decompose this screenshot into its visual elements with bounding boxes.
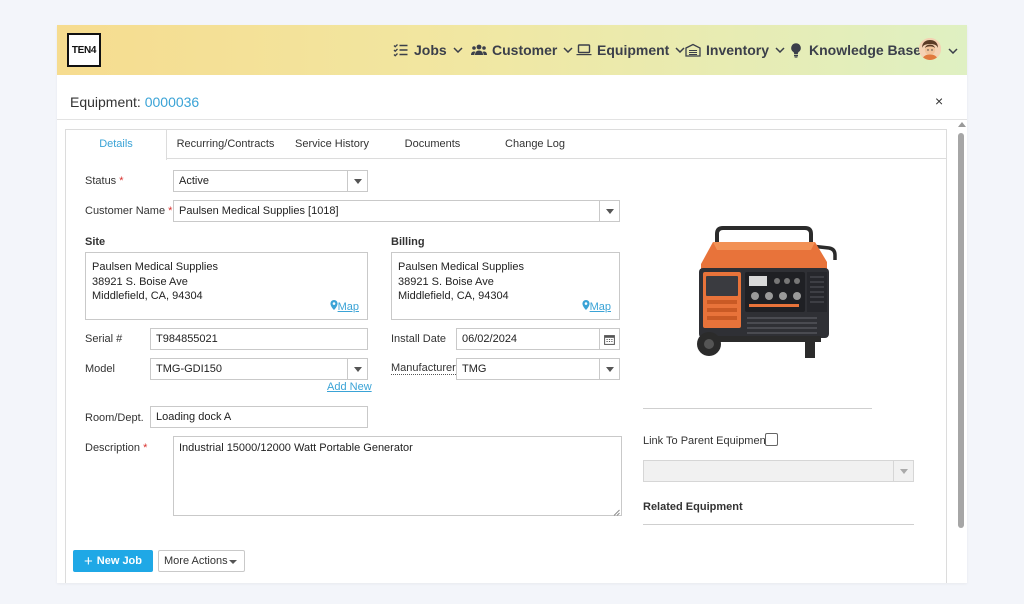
new-job-button[interactable]: + New Job <box>73 550 153 572</box>
parent-equipment-select[interactable] <box>643 460 914 482</box>
page-title: Equipment: 0000036 <box>70 94 199 110</box>
description-label: Description * <box>85 442 148 454</box>
model-select[interactable]: TMG-GDI150 <box>150 358 368 380</box>
equipment-id: 0000036 <box>144 94 200 110</box>
serial-input[interactable]: T984855021 <box>150 328 368 350</box>
billing-line: Paulsen Medical Supplies <box>398 261 524 273</box>
dropdown-arrow-icon <box>599 359 619 379</box>
tab-change-log[interactable]: Change Log <box>485 130 585 159</box>
site-line: Middlefield, CA, 94304 <box>92 290 203 302</box>
equipment-image <box>687 222 847 362</box>
logo-text: TEN4 <box>71 44 97 56</box>
nav-item-jobs[interactable]: Jobs <box>393 40 463 60</box>
model-label: Model <box>85 363 115 375</box>
close-button[interactable]: × <box>935 93 943 109</box>
related-equipment-heading: Related Equipment <box>643 501 743 513</box>
nav-label: Knowledge Base <box>809 42 922 58</box>
nav-label: Jobs <box>414 42 447 58</box>
map-pin-icon <box>581 299 590 315</box>
image-divider <box>643 408 872 409</box>
link-parent-checkbox[interactable] <box>765 433 778 446</box>
warehouse-icon <box>685 42 701 58</box>
calendar-icon[interactable] <box>599 329 619 349</box>
site-line: Paulsen Medical Supplies <box>92 261 218 273</box>
chevron-down-icon <box>563 45 573 55</box>
laptop-icon <box>576 42 592 58</box>
generator-illustration <box>697 226 837 358</box>
nav-label: Customer <box>492 42 558 58</box>
users-icon <box>471 42 487 58</box>
lightbulb-icon <box>788 42 804 58</box>
nav-item-knowledge-base[interactable]: Knowledge Base <box>788 40 921 60</box>
install-date-label: Install Date <box>391 333 447 345</box>
top-navigation-bar: TEN4 Jobs Customer Equipment Inventory K… <box>57 25 967 75</box>
site-map-link[interactable]: Map <box>329 299 359 315</box>
checklist-icon <box>393 42 409 58</box>
scrollbar-thumb[interactable] <box>958 133 964 528</box>
billing-line: 38921 S. Boise Ave <box>398 275 494 288</box>
chevron-down-icon <box>675 45 685 55</box>
chevron-down-icon <box>453 45 463 55</box>
nav-label: Equipment <box>597 42 670 58</box>
dropdown-arrow-icon <box>599 201 619 221</box>
link-parent-label: Link To Parent Equipment <box>643 435 769 447</box>
billing-address-box: Paulsen Medical Supplies 38921 S. Boise … <box>391 252 620 320</box>
caret-down-icon <box>229 560 237 564</box>
more-actions-button[interactable]: More Actions <box>158 550 245 572</box>
nav-item-equipment[interactable]: Equipment <box>576 40 685 60</box>
dropdown-arrow-icon <box>347 171 367 191</box>
tab-details[interactable]: Details <box>66 130 167 160</box>
dropdown-arrow-icon <box>893 461 913 481</box>
plus-icon: + <box>84 552 93 570</box>
status-label: Status * <box>85 175 124 187</box>
room-dept-label: Room/Dept. <box>85 412 144 424</box>
room-dept-input[interactable]: Loading dock A <box>150 406 368 428</box>
dropdown-arrow-icon <box>347 359 367 379</box>
chevron-down-icon <box>775 45 785 55</box>
manufacturer-select[interactable]: TMG <box>456 358 620 380</box>
customer-name-select[interactable]: Paulsen Medical Supplies [1018] <box>173 200 620 222</box>
brand-logo[interactable]: TEN4 <box>67 33 101 67</box>
tab-strip: Details Recurring/Contracts Service Hist… <box>66 130 946 160</box>
resize-handle-icon[interactable] <box>613 507 620 516</box>
equipment-app-window: TEN4 Jobs Customer Equipment Inventory K… <box>57 25 967 583</box>
site-heading: Site <box>85 236 106 248</box>
nav-item-inventory[interactable]: Inventory <box>685 40 785 60</box>
customer-name-label: Customer Name * <box>85 205 173 217</box>
nav-item-customer[interactable]: Customer <box>471 40 573 60</box>
tab-service-history[interactable]: Service History <box>284 130 380 159</box>
header-divider <box>57 119 967 120</box>
tab-recurring-contracts[interactable]: Recurring/Contracts <box>167 130 284 159</box>
map-pin-icon <box>329 299 338 315</box>
serial-label: Serial # <box>85 333 123 345</box>
related-equipment-divider <box>643 524 914 525</box>
site-line: 38921 S. Boise Ave <box>92 275 188 288</box>
nav-label: Inventory <box>706 42 770 58</box>
tab-documents[interactable]: Documents <box>380 130 485 159</box>
site-address-box: Paulsen Medical Supplies 38921 S. Boise … <box>85 252 368 320</box>
page-title-prefix: Equipment: <box>70 94 145 110</box>
chevron-down-icon[interactable] <box>948 45 958 55</box>
scroll-up-arrow-icon[interactable] <box>958 122 966 127</box>
billing-heading: Billing <box>391 236 425 248</box>
install-date-input[interactable]: 06/02/2024 <box>456 328 620 350</box>
add-new-model-link[interactable]: Add New <box>327 381 372 393</box>
description-textarea[interactable]: Industrial 15000/12000 Watt Portable Gen… <box>173 436 622 516</box>
billing-map-link[interactable]: Map <box>581 299 611 315</box>
user-avatar[interactable] <box>919 38 941 60</box>
manufacturer-label: Manufacturer <box>391 362 456 375</box>
status-select[interactable]: Active <box>173 170 368 192</box>
